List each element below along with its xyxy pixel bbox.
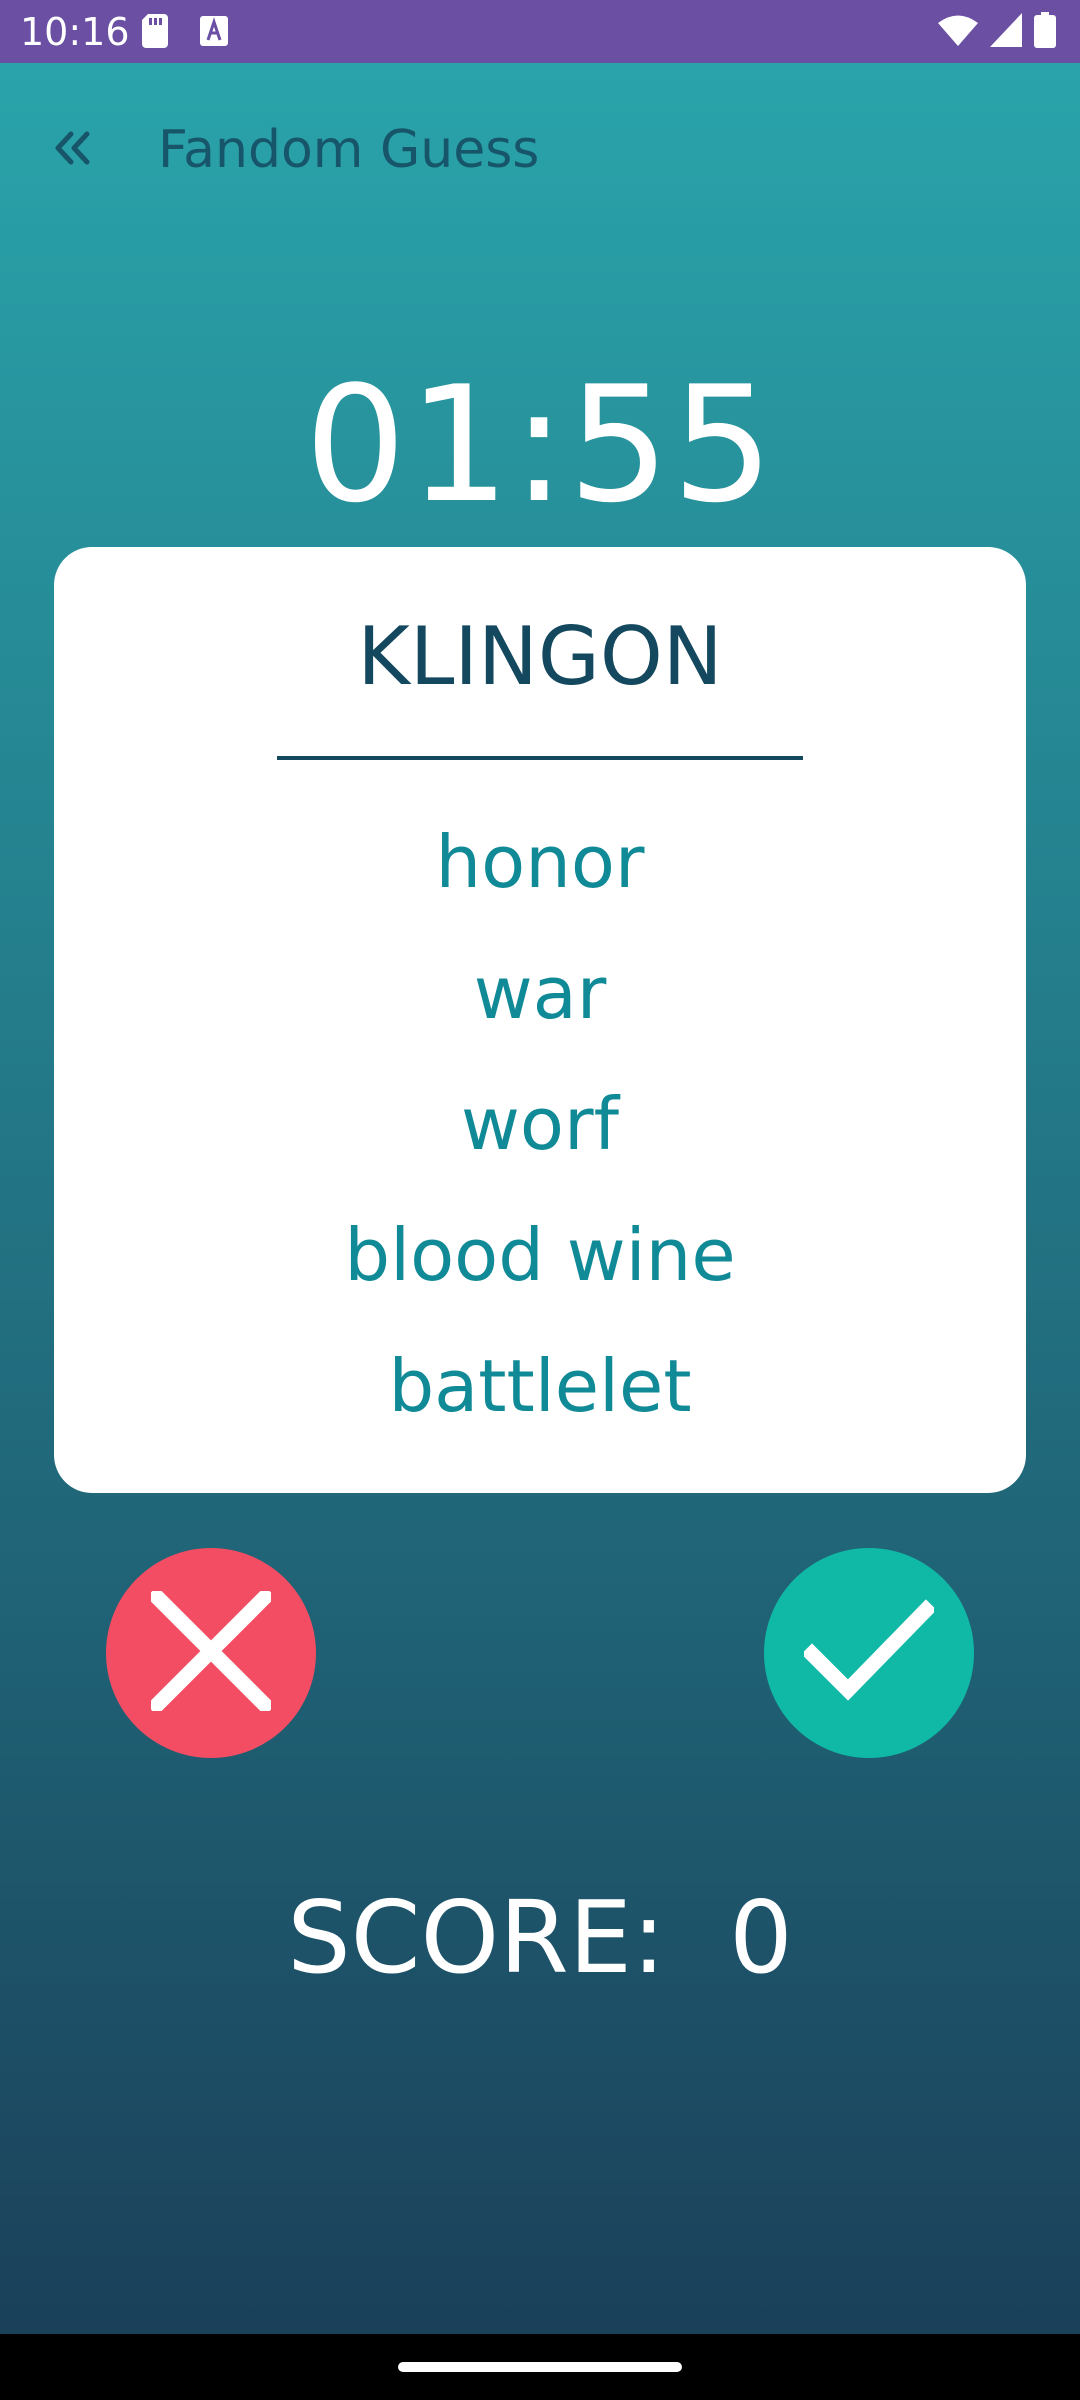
battery-icon — [1034, 12, 1056, 52]
cellular-signal-icon — [990, 13, 1022, 51]
taboo-word-list: honor war worf blood wine battlelet — [54, 797, 1026, 1452]
double-chevron-left-icon — [53, 131, 93, 169]
list-item: battlelet — [388, 1344, 692, 1428]
sd-card-icon — [142, 14, 168, 48]
text-a-icon — [200, 16, 228, 46]
list-item: blood wine — [344, 1213, 736, 1297]
checkmark-icon — [801, 1596, 937, 1710]
status-bar: 10:16 — [0, 0, 1080, 63]
close-icon — [146, 1586, 276, 1716]
word-card: KLINGON honor war worf blood wine battle… — [54, 547, 1026, 1493]
card-title: KLINGON — [357, 610, 723, 703]
list-item: war — [473, 951, 607, 1035]
card-divider — [277, 756, 803, 760]
page-title: Fandom Guess — [158, 120, 540, 180]
countdown-timer: 01:55 — [304, 351, 776, 538]
navigation-bar — [0, 2334, 1080, 2400]
list-item: honor — [435, 820, 645, 904]
toolbar: Fandom Guess — [0, 63, 1080, 233]
back-button[interactable] — [36, 113, 110, 187]
game-screen: 10:16 Fandom Guess 01:55 KLINGON honor w… — [0, 0, 1080, 2400]
score-label: SCORE: 0 — [287, 1879, 793, 1996]
correct-button[interactable] — [764, 1548, 974, 1758]
home-gesture-handle[interactable] — [398, 2362, 682, 2372]
wrong-button[interactable] — [106, 1548, 316, 1758]
wifi-icon — [938, 14, 978, 50]
status-time: 10:16 — [20, 10, 130, 54]
status-icons-right — [938, 12, 1056, 52]
list-item: worf — [461, 1082, 619, 1166]
